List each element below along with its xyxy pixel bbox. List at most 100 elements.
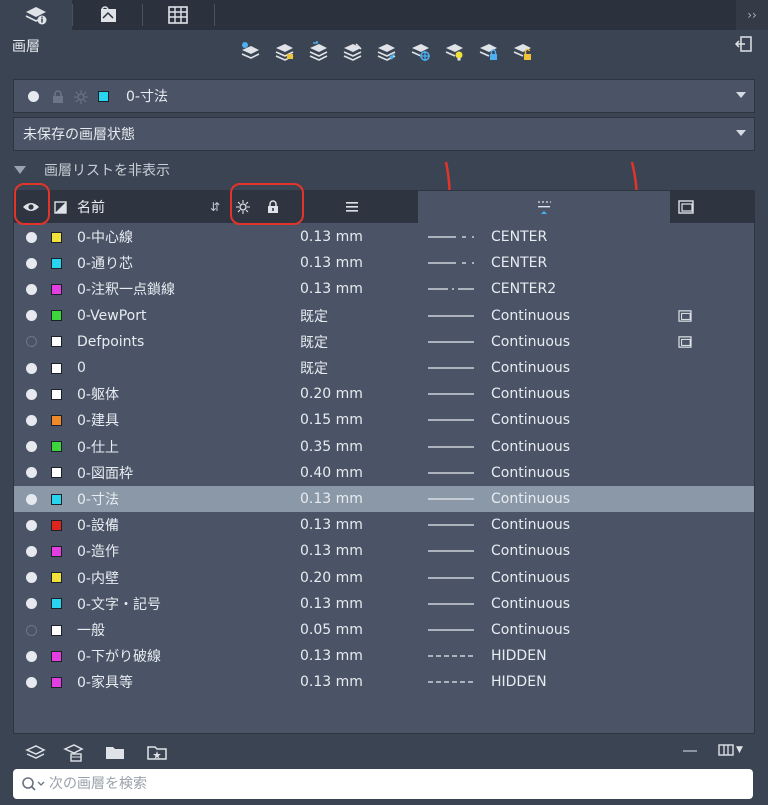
layer-row[interactable]: 0-建具 0.15 mm Continuous	[14, 407, 754, 433]
viewport-icon[interactable]	[678, 329, 692, 355]
layer-color-cell[interactable]	[51, 329, 62, 355]
layer-linetype[interactable]: Continuous	[491, 617, 570, 643]
layer-row[interactable]: 0-寸法 0.13 mm Continuous	[14, 486, 754, 513]
layer-linetype[interactable]: Continuous	[491, 407, 570, 433]
layer-lineweight[interactable]: 0.13 mm	[300, 643, 363, 669]
layer-lineweight[interactable]: 0.13 mm	[300, 669, 363, 695]
layer-row[interactable]: 0-下がり破線 0.13 mm HIDDEN	[14, 643, 754, 669]
exit-icon[interactable]	[734, 34, 754, 54]
layer-linetype[interactable]: Continuous	[491, 565, 570, 591]
layer-visibility-toggle[interactable]	[26, 643, 37, 669]
layer-color-cell[interactable]	[51, 617, 62, 643]
layer-linetype[interactable]: Continuous	[491, 355, 570, 381]
layer-color-cell[interactable]	[51, 355, 62, 381]
minus-icon[interactable]	[683, 750, 697, 752]
folder-star-icon[interactable]	[146, 741, 168, 763]
layer-row[interactable]: 0 既定 Continuous	[14, 355, 754, 381]
layer-linetype[interactable]: Continuous	[491, 329, 570, 355]
layer-color-cell[interactable]	[51, 565, 62, 591]
new-vp-frozen-layer-button[interactable]	[270, 38, 298, 64]
column-lineweight[interactable]	[345, 191, 359, 223]
layer-lineweight[interactable]: 0.40 mm	[300, 460, 363, 486]
layer-lineweight[interactable]: 既定	[300, 329, 328, 355]
layer-visibility-toggle[interactable]	[26, 617, 37, 643]
layer-visibility-toggle[interactable]	[26, 407, 37, 433]
layer-visibility-toggle[interactable]	[26, 303, 37, 329]
layer-row[interactable]: 0-設備 0.13 mm Continuous	[14, 512, 754, 538]
layer-row[interactable]: Defpoints 既定 Continuous	[14, 329, 754, 355]
layer-color-cell[interactable]	[51, 407, 62, 433]
column-settings-button[interactable]: ▼	[718, 743, 743, 757]
layer-row[interactable]: 0-文字・記号 0.13 mm Continuous	[14, 591, 754, 617]
layer-color-cell[interactable]	[51, 303, 62, 329]
layer-lineweight[interactable]: 0.13 mm	[300, 538, 363, 564]
layer-color-cell[interactable]	[51, 538, 62, 564]
layer-row[interactable]: 0-家具等 0.13 mm HIDDEN	[14, 669, 754, 695]
layer-visibility-toggle[interactable]	[26, 434, 37, 460]
column-viewport[interactable]	[678, 191, 694, 223]
tab-properties[interactable]	[142, 0, 214, 30]
layer-visibility-toggle[interactable]	[26, 381, 37, 407]
layer-color-cell[interactable]	[51, 669, 62, 695]
hide-layer-list-toggle[interactable]: 画層リストを非表示	[14, 160, 170, 180]
layer-visibility-toggle[interactable]	[26, 224, 37, 250]
layer-color-cell[interactable]	[51, 643, 62, 669]
column-name[interactable]: 名前	[77, 191, 105, 223]
layer-linetype[interactable]: Continuous	[491, 381, 570, 407]
layer-linetype[interactable]: CENTER	[491, 250, 547, 276]
layer-row[interactable]: 0-通り芯 0.13 mm CENTER	[14, 250, 754, 276]
layer-row[interactable]: 0-図面枠 0.40 mm Continuous	[14, 460, 754, 486]
layer-row[interactable]: 0-躯体 0.20 mm Continuous	[14, 381, 754, 407]
layer-row[interactable]: 0-中心線 0.13 mm CENTER	[14, 224, 754, 250]
layer-merge-button[interactable]	[304, 38, 332, 64]
layer-color-cell[interactable]	[51, 381, 62, 407]
layer-lineweight[interactable]: 0.20 mm	[300, 381, 363, 407]
layer-linetype[interactable]: Continuous	[491, 591, 570, 617]
layer-visibility-toggle[interactable]	[26, 486, 37, 512]
layer-delete-button[interactable]	[338, 38, 366, 64]
new-layer-button[interactable]	[236, 38, 264, 64]
layer-lineweight[interactable]: 0.05 mm	[300, 617, 363, 643]
folder-icon[interactable]	[104, 741, 126, 763]
layer-linetype[interactable]: Continuous	[491, 512, 570, 538]
layer-filter-icon[interactable]	[24, 741, 46, 763]
layer-color-cell[interactable]	[51, 434, 62, 460]
layer-linetype[interactable]: CENTER	[491, 224, 547, 250]
tab-layers[interactable]	[0, 0, 72, 30]
layer-lineweight[interactable]: 0.13 mm	[300, 486, 363, 512]
layer-row[interactable]: 0-VewPort 既定 Continuous	[14, 303, 754, 329]
layer-lineweight[interactable]: 既定	[300, 355, 328, 381]
tab-blocks[interactable]	[72, 0, 144, 30]
layer-lineweight[interactable]: 0.13 mm	[300, 276, 363, 302]
layer-color-cell[interactable]	[51, 250, 62, 276]
expand-chevron-icon[interactable]: ››	[736, 0, 768, 30]
layer-row[interactable]: 0-仕上 0.35 mm Continuous	[14, 434, 754, 460]
layer-linetype[interactable]: Continuous	[491, 486, 570, 512]
freeze-layer-button[interactable]	[406, 38, 434, 64]
layer-linetype[interactable]: HIDDEN	[491, 643, 547, 669]
layer-color-cell[interactable]	[51, 276, 62, 302]
layer-visibility-toggle[interactable]	[26, 512, 37, 538]
layer-visibility-toggle[interactable]	[26, 276, 37, 302]
layer-state-dropdown[interactable]: 未保存の画層状態	[13, 117, 755, 151]
layer-lineweight[interactable]: 0.13 mm	[300, 512, 363, 538]
layer-lineweight[interactable]: 0.13 mm	[300, 224, 363, 250]
search-input[interactable]	[49, 776, 709, 792]
layer-visibility-toggle[interactable]	[26, 355, 37, 381]
layer-lineweight[interactable]: 既定	[300, 303, 328, 329]
layer-row[interactable]: 0-注釈一点鎖線 0.13 mm CENTER2	[14, 276, 754, 302]
layer-lineweight[interactable]: 0.15 mm	[300, 407, 363, 433]
layer-color-cell[interactable]	[51, 512, 62, 538]
unlock-layer-button[interactable]	[508, 38, 536, 64]
layer-visibility-toggle[interactable]	[26, 565, 37, 591]
layer-lineweight[interactable]: 0.20 mm	[300, 565, 363, 591]
group-filter-icon[interactable]	[62, 741, 84, 763]
column-linetype[interactable]	[418, 191, 670, 223]
layer-visibility-toggle[interactable]	[26, 250, 37, 276]
layer-color-cell[interactable]	[51, 486, 62, 512]
layer-linetype[interactable]: Continuous	[491, 460, 570, 486]
layer-row[interactable]: 0-内壁 0.20 mm Continuous	[14, 565, 754, 591]
layer-visibility-toggle[interactable]	[26, 591, 37, 617]
layer-linetype[interactable]: CENTER2	[491, 276, 556, 302]
layer-linetype[interactable]: Continuous	[491, 434, 570, 460]
